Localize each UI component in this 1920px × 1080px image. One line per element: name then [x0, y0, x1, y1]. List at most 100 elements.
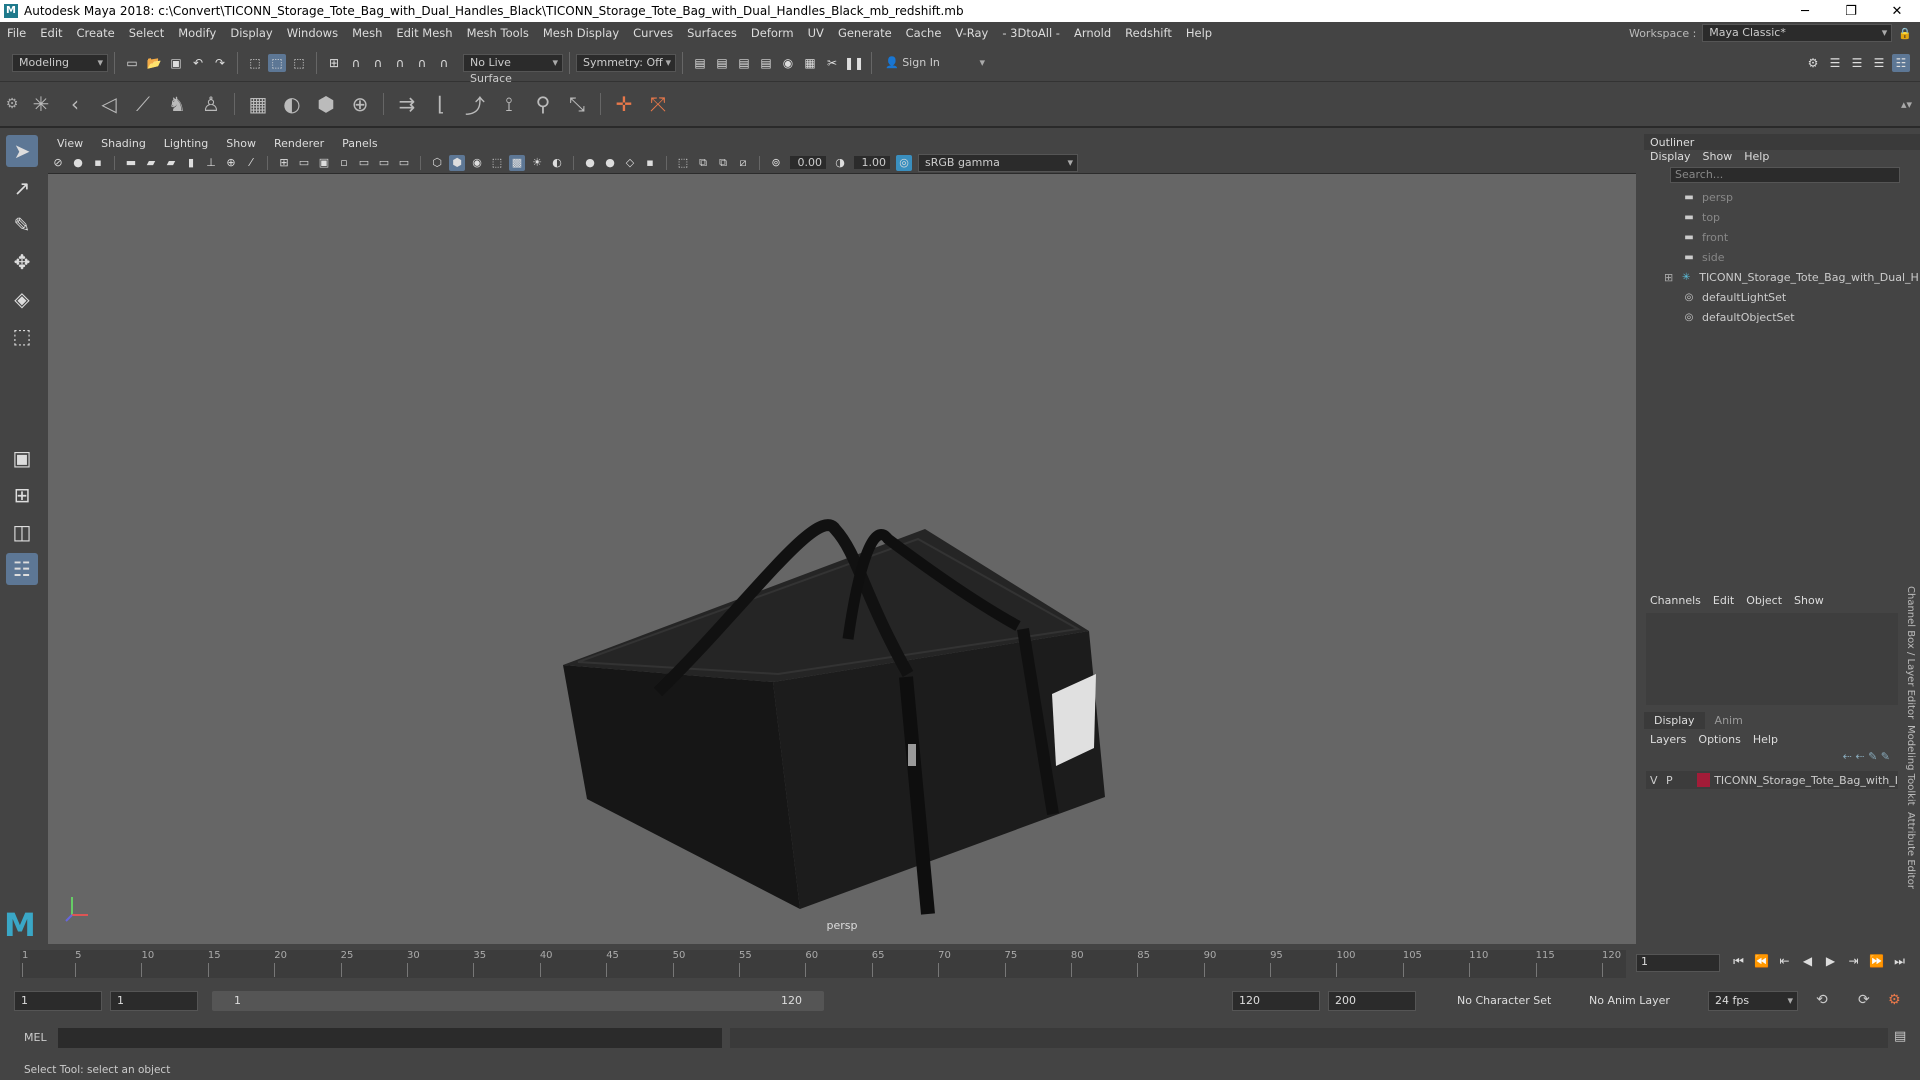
step-back-key-icon[interactable]: ⏪: [1751, 954, 1772, 969]
save-scene-icon[interactable]: ▣: [167, 54, 185, 72]
live-surface-field[interactable]: No Live Surface: [463, 53, 563, 85]
viewport-menu-lighting[interactable]: Lighting: [155, 137, 217, 150]
snap-grid-icon[interactable]: ⊞: [325, 54, 343, 72]
lights-icon[interactable]: ☀: [529, 155, 545, 171]
menu-help[interactable]: Help: [1179, 26, 1219, 40]
maximize-button[interactable]: ❐: [1828, 4, 1874, 19]
smooth-wire-icon[interactable]: ◉: [469, 155, 485, 171]
outliner-item[interactable]: ◎ defaultLightSet: [1644, 287, 1920, 307]
viewport-menu-shading[interactable]: Shading: [92, 137, 155, 150]
single-view-icon[interactable]: ▣: [6, 442, 38, 474]
2d-pan-icon[interactable]: ▰: [163, 155, 179, 171]
lock-camera-icon[interactable]: ●: [70, 155, 86, 171]
light-editor-icon[interactable]: ✂: [823, 54, 841, 72]
channel-menu-object[interactable]: Object: [1740, 594, 1788, 607]
script-editor-icon[interactable]: ▤: [1894, 1029, 1906, 1044]
side-tab[interactable]: Modeling Toolkit: [1905, 725, 1916, 806]
layer-buttons-icon[interactable]: ⇠ ⇠ ✎ ✎: [1644, 750, 1900, 763]
side-tab[interactable]: Channel Box / Layer Editor: [1905, 586, 1916, 719]
smooth-shade-icon[interactable]: ▭: [296, 155, 312, 171]
snap-curve-icon[interactable]: ∩: [347, 54, 365, 72]
layer-color-swatch[interactable]: [1696, 773, 1711, 787]
step-back-frame-icon[interactable]: ⇤: [1774, 954, 1795, 969]
extrude-icon[interactable]: ⇉: [392, 89, 422, 119]
outliner-item[interactable]: ◎ defaultObjectSet: [1644, 307, 1920, 327]
render-view-icon[interactable]: ▤: [713, 54, 731, 72]
select-tool-icon[interactable]: ➤: [6, 135, 38, 167]
grid-toggle-icon[interactable]: ⊥: [203, 155, 219, 171]
close-button[interactable]: ✕: [1874, 4, 1920, 19]
layer-row[interactable]: V P TICONN_Storage_Tote_Bag_with_I: [1646, 771, 1898, 789]
current-frame-field[interactable]: 1: [1636, 954, 1720, 972]
expand-icon[interactable]: ⊞: [1664, 271, 1673, 284]
channel-menu-show[interactable]: Show: [1788, 594, 1830, 607]
undo-icon[interactable]: ↶: [189, 54, 207, 72]
menu-windows[interactable]: Windows: [280, 26, 345, 40]
auto-key-icon[interactable]: ⟳: [1858, 992, 1870, 1008]
antialias-icon[interactable]: ●: [602, 155, 618, 171]
outliner-menu-display[interactable]: Display: [1644, 150, 1697, 163]
gamma-field[interactable]: 1.00: [854, 156, 890, 169]
menu-surfaces[interactable]: Surfaces: [680, 26, 744, 40]
loop-icon[interactable]: ⟲: [1816, 992, 1828, 1008]
step-forward-key-icon[interactable]: ⏩: [1866, 954, 1887, 969]
redo-icon[interactable]: ↷: [211, 54, 229, 72]
time-ruler[interactable]: 1 5 10 15 20 25 30 35 40 45 50 55 60 65 70 75 80 85 90 95 10…: [20, 950, 1626, 978]
outliner-item[interactable]: ▬ persp: [1644, 187, 1920, 207]
outliner-search-input[interactable]: Search...: [1670, 167, 1900, 183]
playback-start-field[interactable]: 1: [110, 991, 198, 1011]
rotate-axis-icon[interactable]: ⤧: [643, 89, 673, 119]
menu-deform[interactable]: Deform: [744, 26, 801, 40]
layer-menu-options[interactable]: Options: [1692, 733, 1746, 746]
tool-settings-icon[interactable]: ☰: [1848, 54, 1866, 72]
menu-generate[interactable]: Generate: [831, 26, 899, 40]
menu-edit-mesh[interactable]: Edit Mesh: [389, 26, 459, 40]
outliner-layout-icon[interactable]: ☷: [6, 553, 38, 585]
side-tab[interactable]: Attribute Editor: [1905, 812, 1916, 889]
play-backward-icon[interactable]: ◀: [1797, 954, 1818, 969]
xray-joints-icon[interactable]: ⧉: [695, 155, 711, 171]
go-to-end-icon[interactable]: ⏭: [1889, 954, 1910, 969]
bend-icon[interactable]: ⟟: [494, 89, 524, 119]
viewport-canvas[interactable]: persp: [48, 174, 1636, 944]
menu-3dtoall[interactable]: - 3DtoAll -: [995, 26, 1067, 40]
outliner-menu-help[interactable]: Help: [1738, 150, 1775, 163]
attribute-editor-icon[interactable]: ☰: [1826, 54, 1844, 72]
snap-view-icon[interactable]: ∩: [391, 54, 409, 72]
tote-bag-model[interactable]: [48, 174, 1636, 944]
select-object-icon[interactable]: ⬚: [268, 53, 286, 72]
menu-file[interactable]: File: [0, 26, 33, 40]
menu-curves[interactable]: Curves: [626, 26, 680, 40]
menu-v-ray[interactable]: V-Ray: [948, 26, 995, 40]
view-transform-select[interactable]: sRGB gamma: [918, 153, 1078, 172]
pause-icon[interactable]: ❚❚: [844, 54, 864, 72]
outliner-item[interactable]: ▬ side: [1644, 247, 1920, 267]
isolate-select-icon[interactable]: ⬚: [675, 155, 691, 171]
multi-cut-icon[interactable]: ◁: [94, 89, 124, 119]
depth-of-field-icon[interactable]: ◇: [622, 155, 638, 171]
render-setup-icon[interactable]: ▦: [801, 54, 819, 72]
select-component-icon[interactable]: ⬚: [290, 54, 308, 72]
layer-tab-display[interactable]: Display: [1644, 712, 1705, 729]
menu-uv[interactable]: UV: [801, 26, 831, 40]
shelf-scroll-icon[interactable]: ▴▾: [1901, 98, 1920, 111]
bookmark-icon[interactable]: ▪: [90, 155, 106, 171]
layer-visibility-toggle[interactable]: V: [1646, 774, 1662, 787]
layer-menu-layers[interactable]: Layers: [1644, 733, 1692, 746]
menu-cache[interactable]: Cache: [899, 26, 949, 40]
range-slider[interactable]: 1 120: [212, 991, 824, 1011]
xray-active-icon[interactable]: ⧉: [715, 155, 731, 171]
anim-prefs-icon[interactable]: ⚙: [1888, 992, 1901, 1008]
menu-display[interactable]: Display: [223, 26, 279, 40]
step-forward-frame-icon[interactable]: ⇥: [1843, 954, 1864, 969]
viewport-menu-renderer[interactable]: Renderer: [265, 137, 333, 150]
minimize-button[interactable]: ─: [1782, 4, 1828, 19]
bounding-box-icon[interactable]: ⬚: [489, 155, 505, 171]
menu-create[interactable]: Create: [70, 26, 122, 40]
four-view-icon[interactable]: ⊞: [6, 479, 38, 511]
append-icon[interactable]: ⚲: [528, 89, 558, 119]
ao-icon[interactable]: ◐: [549, 155, 565, 171]
end-time-field[interactable]: 200: [1328, 991, 1416, 1011]
start-time-field[interactable]: 1: [14, 991, 102, 1011]
move-tool-icon[interactable]: ✥: [6, 246, 38, 278]
